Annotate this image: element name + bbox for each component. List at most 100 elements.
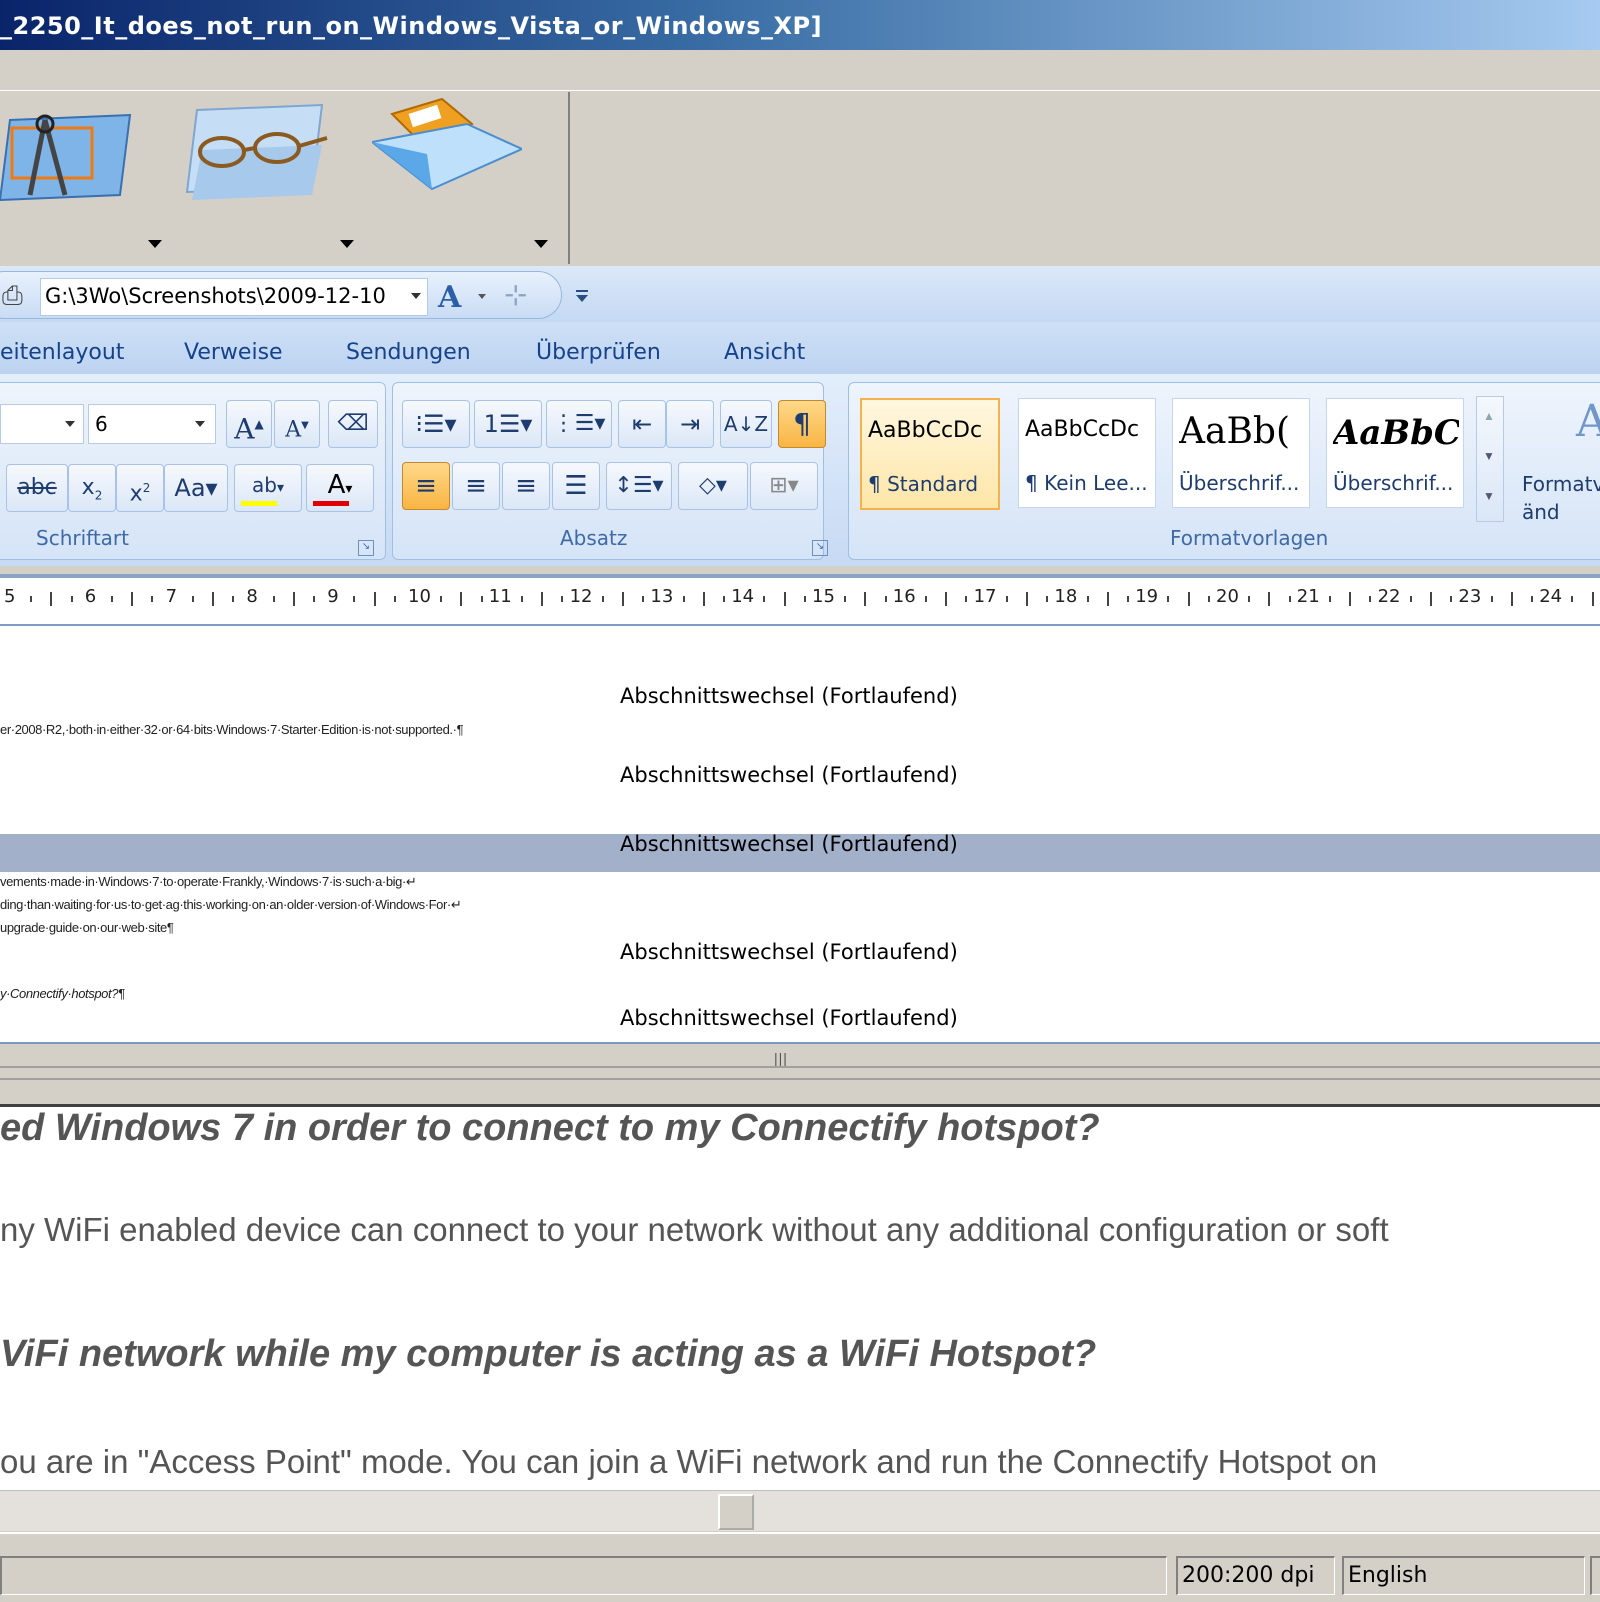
ruler-number: 10 [408,586,431,607]
chevron-down-icon[interactable] [148,240,162,248]
ruler-number: 16 [892,586,916,607]
decrease-indent-button[interactable]: ⇤ [618,400,666,448]
ruler-tick [232,596,235,602]
ruler-tick [945,592,948,606]
section-break: Abschnittswechsel (Fortlaufend) [620,1006,958,1030]
tab-ansicht[interactable]: Ansicht [724,340,805,365]
faq-answer: ny WiFi enabled device can connect to yo… [0,1211,1389,1248]
ruler-number: 23 [1458,586,1482,607]
horizontal-scrollbar[interactable] [0,1490,1600,1531]
increase-indent-button[interactable]: ⇥ [666,400,714,448]
change-case-button[interactable]: Aa▾ [164,464,228,512]
ruler-number: 7 [165,586,178,607]
font-color-button[interactable]: A▾ [306,464,374,512]
styles-group-label: Formatvorlagen [1170,526,1329,550]
ruler-tick [1349,592,1352,606]
chevron-up-icon[interactable]: ▲ [1483,409,1495,423]
ruler-number: 9 [327,586,339,607]
customize-toolbar-icon[interactable] [576,290,590,304]
path-combo[interactable]: G:\3Wo\Screenshots\2009-12-10 [40,278,428,316]
ruler-tick [965,596,968,602]
toolbar-empty-area [570,92,1600,264]
ruler-tick [1591,592,1594,606]
superscript-button[interactable]: x2 [116,464,164,512]
multilevel-list-button[interactable]: ⋮☰▾ [546,400,612,448]
dialog-launcher-icon[interactable]: ↘ [358,540,374,556]
style-heading-2[interactable]: AaBbC Überschrif... [1326,398,1464,508]
change-styles-label: Formatv änd [1522,472,1600,524]
ruler-tick [723,596,725,602]
more-styles-icon[interactable]: ▼ [1483,489,1495,503]
style-standard[interactable]: AaBbCcDc ¶ Standard [860,398,1000,510]
justify-button[interactable]: ☰ [552,462,600,510]
grow-font-button[interactable]: A▲ [226,400,272,448]
borders-button[interactable]: ⊞▾ [750,462,818,510]
dialog-launcher-icon[interactable]: ↘ [812,540,828,556]
print-icon[interactable]: ⎙ [2,280,32,310]
ruler-number: 11 [488,586,512,607]
document-line: er·2008·R2,·both·in·either·32·or·64·bits… [0,722,464,737]
section-break: Abschnittswechsel (Fortlaufend) [620,940,958,964]
styles-scroll[interactable]: ▲ ▼ ▼ [1476,396,1504,522]
ruler-tick [1187,592,1190,606]
ruler-tick [561,596,564,602]
shrink-font-button[interactable]: A▼ [274,400,320,448]
ruler-tick [1450,596,1453,602]
horizontal-ruler[interactable]: 5 6 7 8 9 10 11 12 13 14 15 16 17 18 19 20 21 22 23 24 [0,574,1600,628]
align-center-button[interactable]: ≡ [452,462,500,510]
pane-splitter[interactable]: ||| [0,1042,1600,1106]
tab-verweise[interactable]: Verweise [184,340,283,365]
path-value: G:\3Wo\Screenshots\2009-12-10 [45,284,386,308]
crop-icon[interactable]: ⊹ [504,278,538,310]
strikethrough-button[interactable]: abc [6,464,68,512]
ruler-tick [131,592,134,606]
ruler-number: 21 [1296,586,1320,607]
ruler-tick [313,596,315,602]
font-size-combo[interactable]: 6 [88,404,216,444]
ruler-tick [1571,596,1574,602]
chevron-down-icon[interactable] [534,240,548,248]
sort-button[interactable]: A↓Z [720,400,772,448]
highlight-button[interactable]: ab▾ [234,464,302,512]
line-spacing-button[interactable]: ↕☰▾ [606,462,672,510]
ruler-tick [212,592,214,606]
align-left-button[interactable]: ≡ [402,462,450,510]
ruler-tick [1046,596,1049,602]
style-heading-1[interactable]: AaBb( Überschrif... [1172,398,1310,508]
tab-ueberpruefen[interactable]: Überprüfen [536,340,661,365]
save-send-icon[interactable] [372,94,522,204]
shading-button[interactable]: ◇▾ [678,462,748,510]
faq-answer: ou are in "Access Point" mode. You can j… [0,1443,1378,1480]
ruler-tick [884,596,887,602]
chevron-down-icon[interactable] [411,293,421,299]
font-style-icon[interactable]: A [438,280,478,315]
chevron-down-icon[interactable] [340,240,354,248]
font-name-combo[interactable] [0,404,84,444]
show-formatting-button[interactable]: ¶ [778,400,826,448]
scrollbar-thumb[interactable] [718,1494,754,1530]
document-line: upgrade·guide·on·our·web·site¶ [0,920,174,935]
numbering-button[interactable]: 1☰▾ [474,400,542,448]
font-group-label: Schriftart [36,526,129,550]
align-right-button[interactable]: ≡ [502,462,550,510]
tab-seitenlayout[interactable]: eitenlayout [0,340,124,365]
tab-sendungen[interactable]: Sendungen [346,340,471,365]
chevron-down-icon[interactable]: ▼ [1483,449,1495,463]
splitter-grip-icon[interactable]: ||| [774,1050,788,1066]
ruler-number: 14 [731,586,755,607]
preview-pane[interactable]: ed Windows 7 in order to connect to my C… [0,1104,1600,1493]
ruler-tick [1207,596,1210,602]
style-no-spacing[interactable]: AaBbCcDc ¶ Kein Lee... [1018,398,1156,508]
ruler-tick [702,592,705,606]
ruler-number: 17 [973,586,997,607]
clear-format-button[interactable]: ⌫ [328,400,378,448]
drawing-compass-icon[interactable] [0,100,150,210]
change-styles-button[interactable]: A Formatv änd [1522,396,1600,526]
status-field-end [1590,1556,1600,1595]
ruler-tick [622,592,624,606]
bullets-button[interactable]: ⁝☰▾ [402,400,470,448]
subscript-button[interactable]: x2 [68,464,116,512]
ruler-tick [1531,596,1533,602]
glasses-icon[interactable] [182,100,332,210]
ruler-tick [353,596,356,602]
